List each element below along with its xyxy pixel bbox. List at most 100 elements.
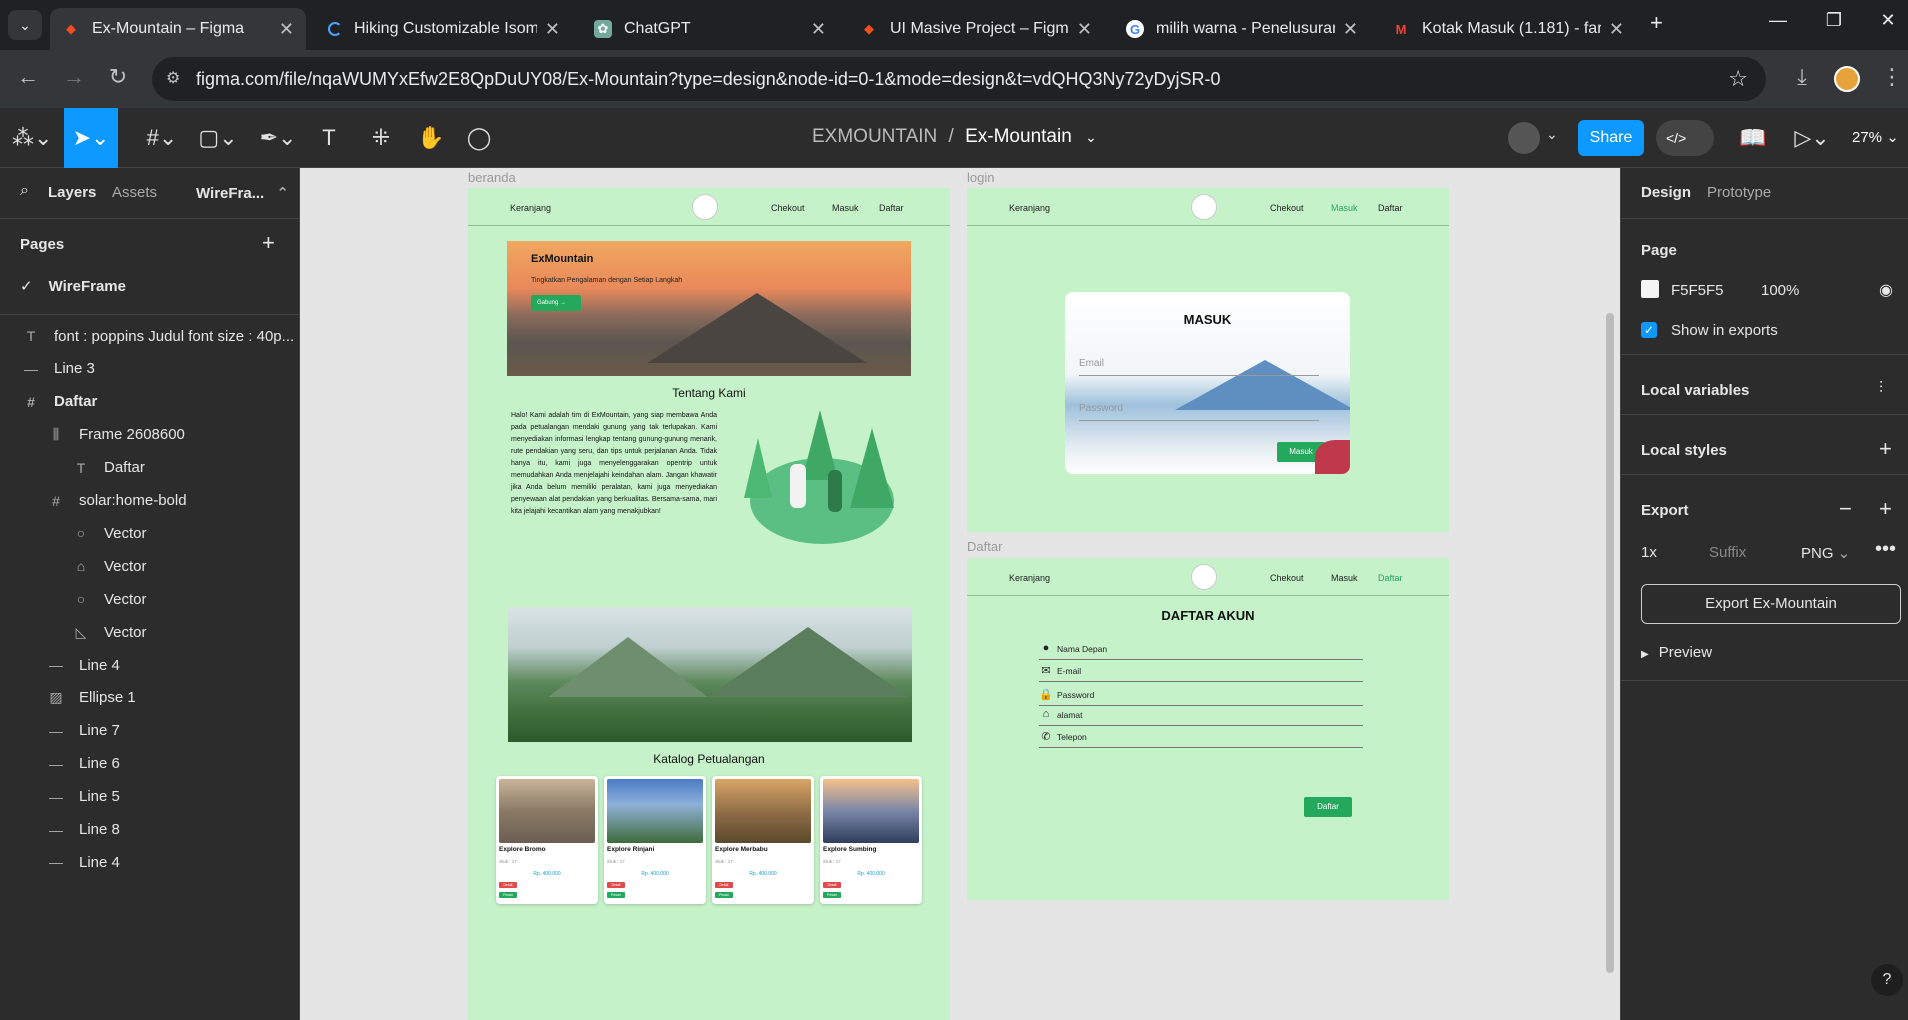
new-tab-button[interactable]: + xyxy=(1650,10,1663,36)
url-field[interactable]: ⚙ figma.com/file/nqaWUMYxEfw2E8QpDuUY08/… xyxy=(152,57,1766,101)
register-button[interactable]: Daftar xyxy=(1304,797,1352,817)
minimize-icon[interactable]: — xyxy=(1758,10,1798,31)
close-tab-icon[interactable]: ✕ xyxy=(279,19,294,40)
nav-cart[interactable]: Keranjang xyxy=(1009,203,1050,213)
library-icon[interactable]: 📖 xyxy=(1736,122,1770,154)
help-icon[interactable]: ? xyxy=(1871,964,1903,996)
tab-chatgpt[interactable]: ✿ ChatGPT ✕ xyxy=(582,8,838,50)
chevron-down-icon[interactable]: ⌄ xyxy=(1546,126,1558,143)
shape-tool-icon[interactable]: ▢⌄ xyxy=(196,122,240,154)
nav-login[interactable]: Masuk xyxy=(1331,573,1358,583)
bookmark-star-icon[interactable]: ☆ xyxy=(1728,57,1748,101)
close-window-icon[interactable]: ✕ xyxy=(1868,10,1908,31)
frame-label-daftar[interactable]: Daftar xyxy=(967,539,1002,554)
catalog-card[interactable]: Explore Rinjani Stok : 17 Rp. 400.000 Detai… xyxy=(604,776,706,904)
tab-gmail[interactable]: M Kotak Masuk (1.181) - farh ✕ xyxy=(1380,8,1636,50)
hero-join-button[interactable]: Gabung → xyxy=(531,295,581,311)
tab-hiking[interactable]: Hiking Customizable Isome ✕ xyxy=(316,8,572,50)
frame-daftar[interactable]: Keranjang Chekout Masuk Daftar DAFTAR AK… xyxy=(967,558,1449,900)
frame-label-beranda[interactable]: beranda xyxy=(468,170,516,185)
add-style-icon[interactable]: + xyxy=(1879,436,1892,462)
order-button[interactable]: Pesan xyxy=(499,892,517,898)
register-field[interactable]: ✉ E-mail xyxy=(1039,660,1363,682)
close-tab-icon[interactable]: ✕ xyxy=(1343,19,1358,40)
add-page-icon[interactable]: + xyxy=(262,230,275,256)
back-icon[interactable]: ← xyxy=(12,64,44,90)
export-button[interactable]: Export Ex-Mountain xyxy=(1641,584,1901,624)
page-opacity-value[interactable]: 100% xyxy=(1761,282,1799,299)
nav-login[interactable]: Masuk xyxy=(1331,203,1358,213)
order-button[interactable]: Pesan xyxy=(607,892,625,898)
export-options-icon[interactable]: ••• xyxy=(1875,538,1896,561)
register-field[interactable]: ✆ Telepon xyxy=(1039,726,1363,748)
close-tab-icon[interactable]: ✕ xyxy=(545,19,560,40)
nav-register[interactable]: Daftar xyxy=(1378,203,1403,213)
remove-export-icon[interactable]: − xyxy=(1839,496,1852,522)
register-field[interactable]: ⌂ alamat xyxy=(1039,704,1363,726)
canvas-scrollbar[interactable] xyxy=(1606,313,1614,973)
export-format-select[interactable]: PNG ⌄ xyxy=(1801,544,1850,562)
comment-tool-icon[interactable]: ◯ xyxy=(462,122,496,154)
search-icon[interactable]: ⌕ xyxy=(20,182,29,200)
page-color-swatch[interactable] xyxy=(1641,280,1659,298)
register-field[interactable]: 🔒 Password xyxy=(1039,684,1363,706)
forward-icon[interactable]: → xyxy=(58,64,90,90)
order-button[interactable]: Pesan xyxy=(823,892,841,898)
nav-cart[interactable]: Keranjang xyxy=(510,203,551,213)
resources-icon[interactable]: ⁜ xyxy=(364,122,398,154)
profile-avatar[interactable] xyxy=(1834,66,1860,92)
figma-main-menu-icon[interactable]: ⁂⌄ xyxy=(12,122,52,154)
export-suffix-input[interactable]: Suffix xyxy=(1709,544,1746,561)
close-tab-icon[interactable]: ✕ xyxy=(1077,19,1092,40)
reload-icon[interactable]: ↻ xyxy=(102,64,134,90)
move-tool-icon[interactable]: ➤⌄ xyxy=(64,108,118,168)
zoom-control[interactable]: 27% ⌄ xyxy=(1852,128,1899,146)
frame-beranda[interactable]: Keranjang Chekout Masuk Daftar ExMountai… xyxy=(468,188,950,1020)
eye-icon[interactable]: ◉ xyxy=(1879,280,1893,300)
tab-prototype[interactable]: Prototype xyxy=(1707,184,1771,201)
page-selector[interactable]: WireFra... ⌃ xyxy=(196,184,289,202)
nav-checkout[interactable]: Chekout xyxy=(771,203,805,213)
frame-label-login[interactable]: login xyxy=(967,170,994,185)
collaborator-avatar[interactable] xyxy=(1508,122,1540,154)
variables-icon[interactable]: ⫶ xyxy=(1879,380,1883,398)
tab-layers[interactable]: Layers xyxy=(48,184,96,201)
file-breadcrumb[interactable]: EXMOUNTAIN / Ex-Mountain ⌄ xyxy=(812,126,1097,148)
browser-menu-icon[interactable]: ⋮ xyxy=(1876,64,1908,90)
download-icon[interactable]: ⤓ xyxy=(1786,64,1818,90)
order-button[interactable]: Pesan xyxy=(715,892,733,898)
tab-assets[interactable]: Assets xyxy=(112,184,157,201)
detail-button[interactable]: Detail xyxy=(823,882,841,888)
preview-toggle[interactable]: ▶ Preview xyxy=(1641,644,1712,661)
restore-icon[interactable]: ❐ xyxy=(1814,10,1854,31)
dev-mode-toggle[interactable]: </> xyxy=(1656,120,1714,156)
tab-search-button[interactable]: ⌄ xyxy=(8,10,42,40)
nav-register[interactable]: Daftar xyxy=(879,203,904,213)
frame-tool-icon[interactable]: #⌄ xyxy=(140,122,184,154)
page-item-wireframe[interactable]: ✓ WireFrame xyxy=(0,266,300,306)
password-field[interactable]: Password xyxy=(1079,403,1319,421)
show-in-exports-checkbox[interactable]: ✓ xyxy=(1641,322,1657,338)
add-export-icon[interactable]: + xyxy=(1879,496,1892,522)
close-tab-icon[interactable]: ✕ xyxy=(1609,19,1624,40)
tab-google-search[interactable]: G milih warna - Penelusuran G ✕ xyxy=(1114,8,1370,50)
export-scale[interactable]: 1x xyxy=(1641,544,1657,561)
pen-tool-icon[interactable]: ✒⌄ xyxy=(256,122,300,154)
tab-ex-mountain-figma[interactable]: ◆ Ex-Mountain – Figma ✕ xyxy=(50,8,306,50)
nav-register[interactable]: Daftar xyxy=(1378,573,1403,583)
share-button[interactable]: Share xyxy=(1578,120,1644,156)
email-field[interactable]: Email xyxy=(1079,358,1319,376)
detail-button[interactable]: Detail xyxy=(607,882,625,888)
hand-tool-icon[interactable]: ✋ xyxy=(414,122,448,154)
text-tool-icon[interactable]: T xyxy=(312,122,346,154)
layer-item[interactable]: — Line 4 xyxy=(0,842,300,882)
catalog-card[interactable]: Explore Merbabu Stok : 17 Rp. 400.000 Detai… xyxy=(712,776,814,904)
catalog-card[interactable]: Explore Sumbing Stok : 17 Rp. 400.000 Detai… xyxy=(820,776,922,904)
nav-cart[interactable]: Keranjang xyxy=(1009,573,1050,583)
nav-login[interactable]: Masuk xyxy=(832,203,859,213)
detail-button[interactable]: Detail xyxy=(499,882,517,888)
detail-button[interactable]: Detail xyxy=(715,882,733,888)
canvas[interactable]: beranda Keranjang Chekout Masuk Daftar E… xyxy=(300,168,1620,1020)
frame-login[interactable]: Keranjang Chekout Masuk Daftar MASUK Ema… xyxy=(967,188,1449,532)
catalog-card[interactable]: Explore Bromo Stok : 17 Rp. 400.000 Detail P… xyxy=(496,776,598,904)
